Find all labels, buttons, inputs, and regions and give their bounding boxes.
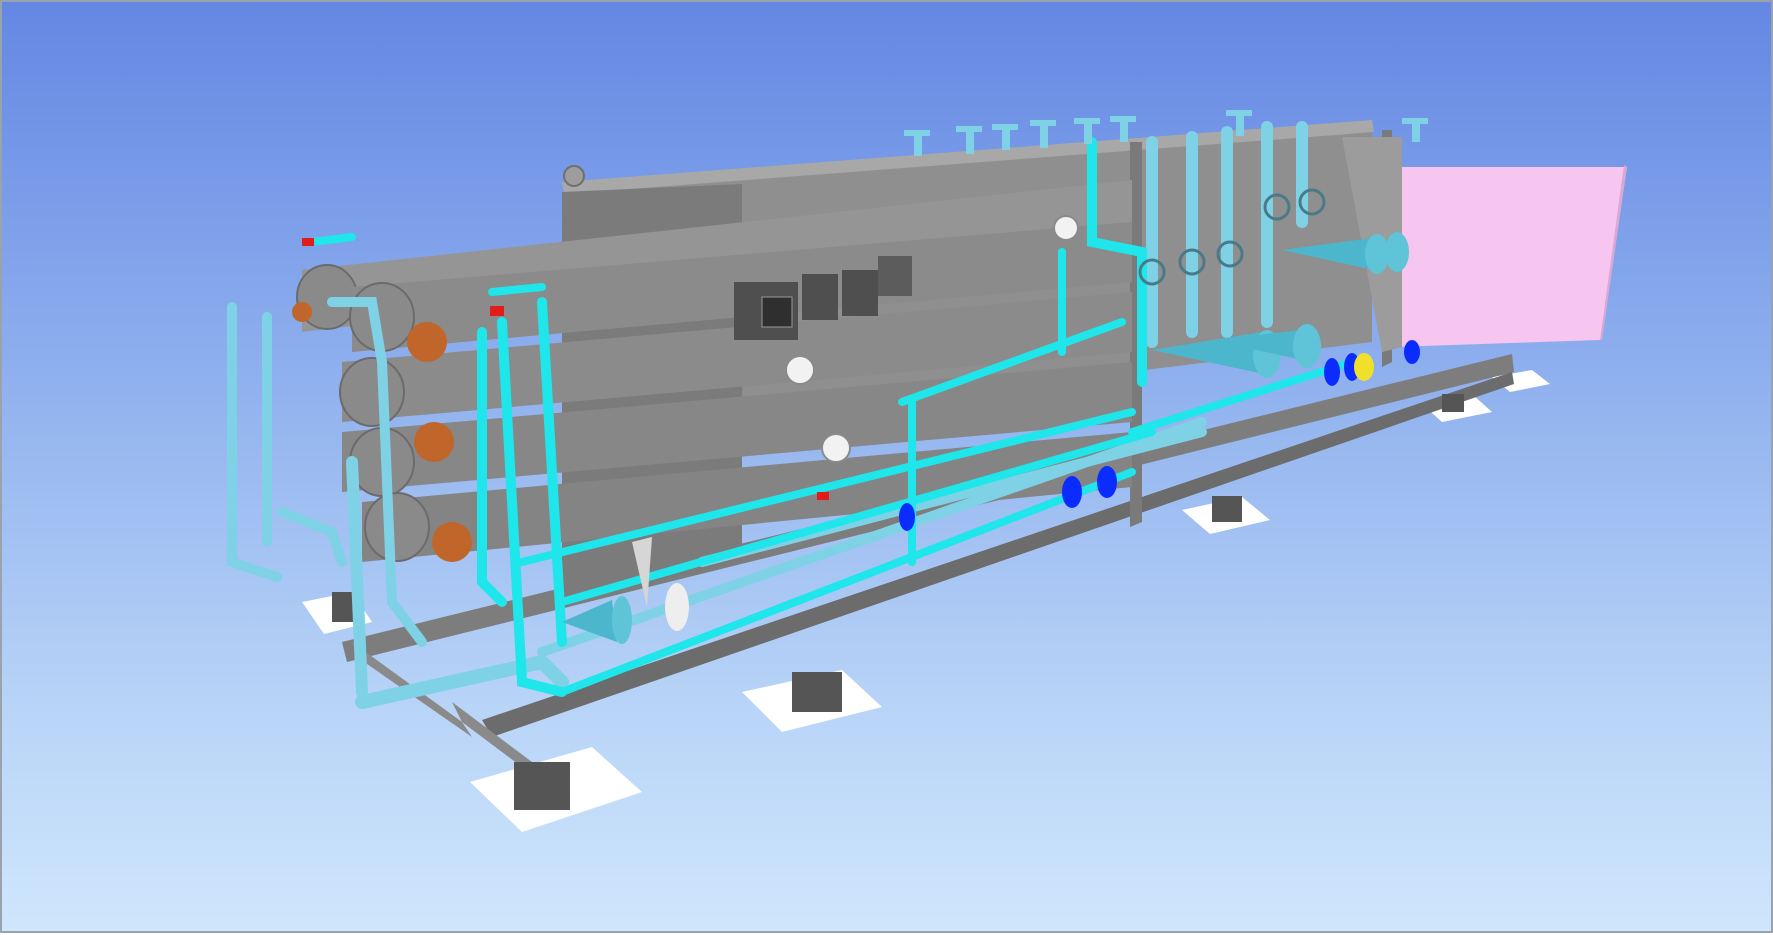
valve <box>899 503 915 531</box>
nozzle <box>1030 120 1056 126</box>
valve <box>1062 476 1082 508</box>
pump-housing <box>612 596 632 644</box>
pressure-gauge <box>821 433 851 463</box>
nozzle <box>1074 118 1100 124</box>
nozzle <box>904 130 930 136</box>
control-panel <box>842 270 878 316</box>
vessel-end-cap <box>292 302 312 322</box>
pump-housing <box>1293 324 1321 368</box>
vessel-end-cap <box>414 422 454 462</box>
valve <box>1324 358 1340 386</box>
pipe-run <box>277 507 347 567</box>
plant-model-scene[interactable] <box>2 2 1773 935</box>
skid-leg <box>792 672 842 712</box>
vessel-end <box>339 357 405 427</box>
valve <box>1097 466 1117 498</box>
tank-body <box>1392 167 1627 347</box>
skid-leg <box>514 762 570 810</box>
skid-leg <box>1442 394 1464 412</box>
skid-leg <box>332 592 354 622</box>
valve <box>1404 340 1420 364</box>
control-panel <box>802 274 838 320</box>
3d-viewport[interactable] <box>0 0 1773 933</box>
flange <box>490 306 504 316</box>
pressure-gauge <box>785 355 815 385</box>
vessel-end <box>364 492 430 562</box>
nozzle <box>1110 116 1136 122</box>
yellow-pump <box>1354 353 1374 381</box>
pump-motor <box>1354 353 1374 381</box>
pipe-run <box>488 283 546 296</box>
vessel-end-cap <box>432 522 472 562</box>
flange <box>817 492 829 500</box>
control-panel-display <box>761 296 793 328</box>
nozzle <box>956 126 982 132</box>
skid-leg <box>1212 496 1242 522</box>
pipe-run <box>308 233 356 246</box>
vessel-end-cap <box>407 322 447 362</box>
pressure-gauge <box>1053 215 1079 241</box>
nozzle <box>1226 110 1252 116</box>
nozzle <box>1402 118 1428 124</box>
pump-housing <box>1385 232 1409 272</box>
lifting-lug <box>563 165 585 187</box>
nozzle <box>992 124 1018 130</box>
control-panel <box>878 256 912 296</box>
flange <box>302 238 314 246</box>
pump-housing <box>665 583 689 631</box>
